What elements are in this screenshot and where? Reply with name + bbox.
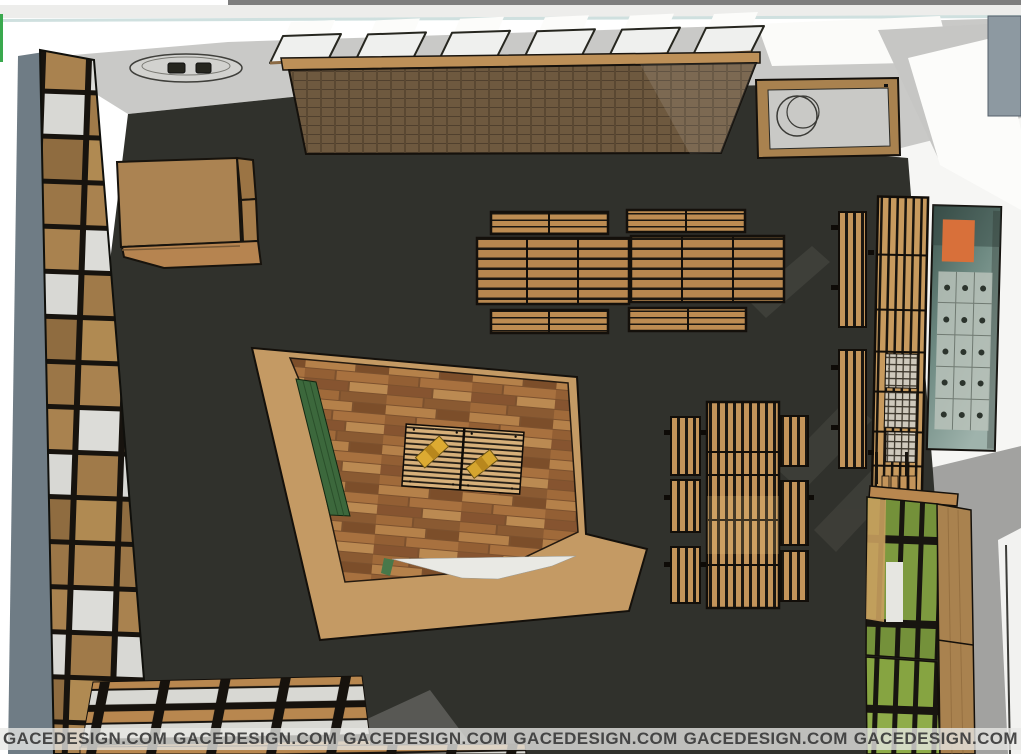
render-canvas: GACEDESIGN.COM GACEDESIGN.COM GACEDESIGN…	[0, 0, 1021, 754]
bench	[671, 480, 700, 532]
bench	[781, 416, 808, 466]
watermark-text: GACEDESIGN.COM	[513, 729, 677, 749]
metal-grate	[884, 392, 917, 429]
axis-green-line	[0, 14, 3, 62]
reading-tables-vertical	[664, 402, 814, 608]
entry-wall-panel	[988, 16, 1021, 116]
watermark-text: GACEDESIGN.COM	[854, 729, 1018, 749]
chair	[196, 63, 211, 73]
watermark-text: GACEDESIGN.COM	[343, 729, 507, 749]
reading-tables-horizontal	[477, 210, 784, 333]
bench	[839, 350, 866, 468]
chair	[168, 63, 185, 73]
wall-poster	[927, 205, 1001, 451]
reception-desk	[117, 158, 261, 268]
bench	[839, 212, 866, 327]
watermark-text: GACEDESIGN.COM	[173, 729, 337, 749]
bench	[671, 547, 700, 603]
oval-rug	[130, 54, 242, 82]
locker-white-cell	[886, 562, 903, 622]
bench	[671, 417, 700, 475]
watermark-bar: GACEDESIGN.COM GACEDESIGN.COM GACEDESIGN…	[0, 728, 1021, 750]
table	[631, 236, 784, 302]
bench	[781, 551, 808, 601]
metal-grate	[885, 354, 918, 389]
bench	[781, 481, 808, 545]
display-panel	[281, 52, 760, 154]
interior-render	[0, 0, 1021, 754]
service-counter	[756, 78, 900, 158]
watermark-text: GACEDESIGN.COM	[684, 729, 848, 749]
poster-orange-seal	[942, 219, 975, 262]
table	[477, 238, 629, 304]
metal-grate	[886, 432, 917, 463]
locker-wood-side	[937, 504, 975, 754]
watermark-text: GACEDESIGN.COM	[3, 729, 167, 749]
